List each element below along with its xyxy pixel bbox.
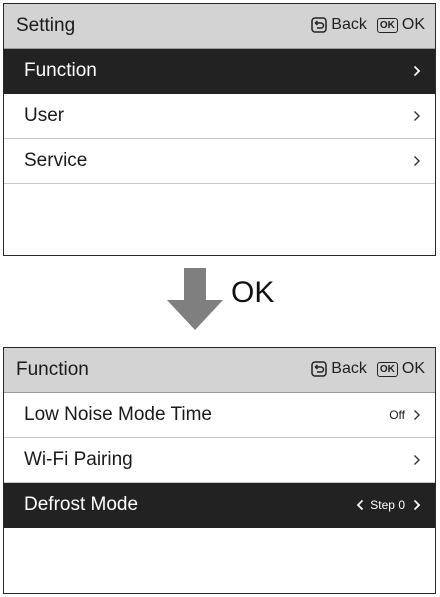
menu-item-label: Wi-Fi Pairing [24,449,133,470]
screen-title: Setting [16,15,76,36]
menu-item-label: Defrost Mode [24,494,139,515]
back-label[interactable]: Back [331,16,367,34]
menu-item-label: Service [24,150,88,171]
screen-header: Setting Back OK OK [4,4,435,49]
back-label[interactable]: Back [331,360,367,378]
menu-item-function[interactable]: Function [4,49,435,94]
down-arrow-icon [165,268,225,332]
menu-item-label: User [24,105,65,126]
menu-item-value: Step 0 [370,498,405,512]
chevron-left-icon[interactable] [356,499,364,511]
header-controls: Back OK OK [311,360,425,378]
menu-item-defrost-mode[interactable]: Defrost Mode Step 0 [4,483,435,528]
ok-icon[interactable]: OK [376,361,398,377]
ok-icon[interactable]: OK [376,17,398,33]
ok-label[interactable]: OK [402,360,425,378]
header-controls: Back OK OK [311,16,425,34]
back-icon[interactable] [311,361,328,377]
chevron-right-icon [413,155,421,167]
menu-item-label: Function [24,60,97,81]
chevron-right-icon [413,454,421,466]
screen-header: Function Back OK OK [4,348,435,393]
settings-screen: Setting Back OK OK Function User Service [3,3,436,256]
chevron-right-icon[interactable] [413,499,421,511]
menu-item-value: Off [389,408,405,422]
menu-item-service[interactable]: Service [4,139,435,184]
back-icon[interactable] [311,17,328,33]
chevron-right-icon [413,110,421,122]
ok-label[interactable]: OK [402,16,425,34]
menu-item-low-noise-mode-time[interactable]: Low Noise Mode Time Off [4,393,435,438]
function-screen: Function Back OK OK Low Noise Mode Time … [3,347,436,594]
screen-title: Function [16,359,89,380]
menu-item-user[interactable]: User [4,94,435,139]
chevron-right-icon [413,65,421,77]
chevron-right-icon [413,409,421,421]
menu-item-wifi-pairing[interactable]: Wi-Fi Pairing [4,438,435,483]
menu-item-label: Low Noise Mode Time [24,404,212,425]
transition-label: OK [231,276,275,309]
